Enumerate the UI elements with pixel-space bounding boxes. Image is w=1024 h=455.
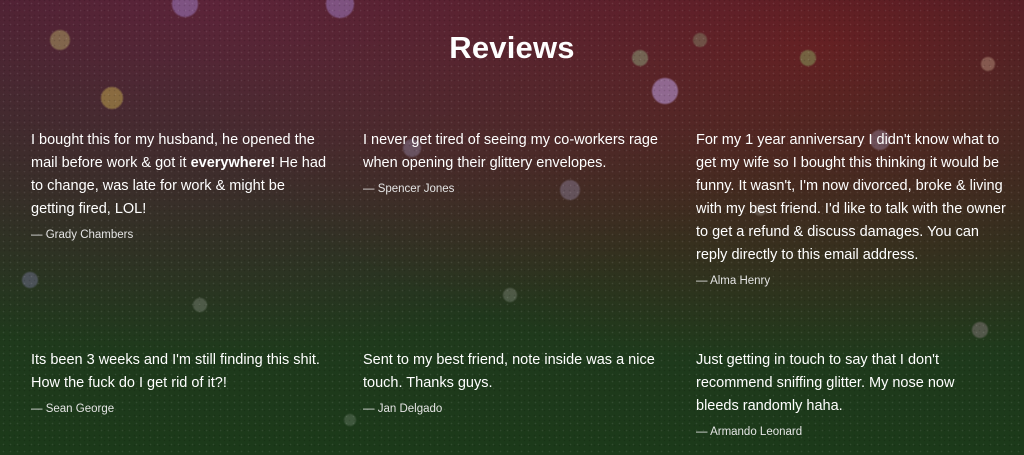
review-author: Spencer Jones bbox=[363, 183, 683, 195]
review-author: Jan Delgado bbox=[363, 403, 663, 415]
review-card: Just getting in touch to say that I don'… bbox=[696, 349, 986, 438]
review-card: I never get tired of seeing my co-worker… bbox=[363, 129, 683, 195]
review-text: I bought this for my husband, he opened … bbox=[31, 129, 331, 221]
review-text-emphasis: everywhere! bbox=[190, 155, 276, 171]
review-author: Sean George bbox=[31, 403, 326, 415]
review-card: I bought this for my husband, he opened … bbox=[31, 129, 331, 241]
review-text: For my 1 year anniversary I didn't know … bbox=[696, 132, 1006, 263]
review-text: I never get tired of seeing my co-worker… bbox=[363, 132, 658, 171]
review-author: Grady Chambers bbox=[31, 229, 331, 241]
review-card: Sent to my best friend, note inside was … bbox=[363, 349, 663, 415]
review-text: Sent to my best friend, note inside was … bbox=[363, 352, 655, 391]
section-title: Reviews bbox=[449, 30, 575, 65]
review-author: Armando Leonard bbox=[696, 426, 986, 438]
review-text: Just getting in touch to say that I don'… bbox=[696, 352, 955, 414]
review-card: For my 1 year anniversary I didn't know … bbox=[696, 129, 1011, 287]
review-text: Its been 3 weeks and I'm still finding t… bbox=[31, 352, 320, 391]
review-author: Alma Henry bbox=[696, 275, 1011, 287]
review-card: Its been 3 weeks and I'm still finding t… bbox=[31, 349, 326, 415]
